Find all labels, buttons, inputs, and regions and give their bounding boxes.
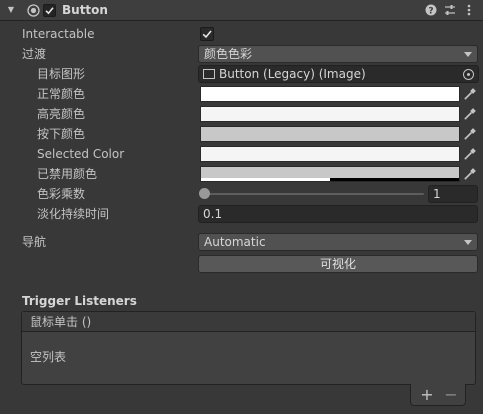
pressed-color-label: 按下颜色 xyxy=(37,127,86,141)
foldout-arrow-icon[interactable]: ▼ xyxy=(6,4,16,16)
navigation-dropdown[interactable]: Automatic xyxy=(198,233,478,251)
add-listener-button[interactable]: + xyxy=(418,386,436,404)
transition-value: 颜色色彩 xyxy=(204,47,253,61)
normal-color-swatch[interactable] xyxy=(200,86,460,102)
alpha-bar xyxy=(201,178,330,181)
trigger-listeners-list: 鼠标单击 () 空列表 xyxy=(21,311,476,385)
component-header: ▼ Button ? xyxy=(0,0,483,21)
normal-color-label: 正常颜色 xyxy=(37,87,86,101)
interactable-checkbox[interactable] xyxy=(200,27,214,41)
selected-color-swatch[interactable] xyxy=(200,146,460,162)
eyedropper-icon[interactable] xyxy=(463,167,477,181)
color-multiplier-label: 色彩乘数 xyxy=(37,187,86,201)
help-icon[interactable]: ? xyxy=(424,3,438,17)
image-icon xyxy=(203,69,215,79)
object-picker-icon[interactable] xyxy=(463,69,474,80)
target-graphic-value: Button (Legacy) (Image) xyxy=(219,67,366,81)
list-empty-text: 空列表 xyxy=(30,350,67,364)
disabled-color-label: 已禁用颜色 xyxy=(37,167,98,181)
presets-icon[interactable] xyxy=(443,3,457,17)
highlighted-color-label: 高亮颜色 xyxy=(37,107,86,121)
target-graphic-field[interactable]: Button (Legacy) (Image) xyxy=(198,65,479,83)
chevron-down-icon xyxy=(464,52,472,57)
color-multiplier-slider-knob[interactable] xyxy=(199,188,210,199)
transition-dropdown[interactable]: 颜色色彩 xyxy=(198,45,478,63)
component-title: Button xyxy=(62,3,108,17)
checkmark-icon xyxy=(202,30,212,39)
chevron-down-icon xyxy=(464,240,472,245)
selected-color-label: Selected Color xyxy=(37,147,125,161)
eyedropper-icon[interactable] xyxy=(463,147,477,161)
kebab-menu-icon[interactable] xyxy=(462,3,476,17)
eyedropper-icon[interactable] xyxy=(463,87,477,101)
color-multiplier-input[interactable]: 1 xyxy=(428,185,478,203)
fade-duration-input[interactable]: 0.1 xyxy=(198,205,478,223)
svg-text:?: ? xyxy=(428,6,433,16)
trigger-listeners-title: Trigger Listeners xyxy=(22,294,137,308)
transition-label: 过渡 xyxy=(22,47,47,61)
navigation-value: Automatic xyxy=(204,235,266,249)
alpha-bar-remainder xyxy=(330,178,459,181)
fade-duration-label: 淡化持续时间 xyxy=(37,207,110,221)
list-footer: + − xyxy=(410,384,466,406)
button-component-icon xyxy=(27,4,40,17)
target-graphic-label: 目标图形 xyxy=(37,67,86,81)
list-header: 鼠标单击 () xyxy=(22,312,475,332)
color-multiplier-slider-track[interactable] xyxy=(204,193,424,195)
pressed-color-swatch[interactable] xyxy=(200,126,460,142)
highlighted-color-swatch[interactable] xyxy=(200,106,460,122)
checkmark-icon xyxy=(45,7,54,15)
disabled-color-swatch[interactable] xyxy=(200,166,460,182)
visualize-button[interactable]: 可视化 xyxy=(198,255,478,273)
navigation-label: 导航 xyxy=(22,235,47,249)
eyedropper-icon[interactable] xyxy=(463,127,477,141)
eyedropper-icon[interactable] xyxy=(463,107,477,121)
component-enabled-checkbox[interactable] xyxy=(43,4,56,17)
interactable-label: Interactable xyxy=(22,27,95,41)
remove-listener-button[interactable]: − xyxy=(442,386,460,404)
